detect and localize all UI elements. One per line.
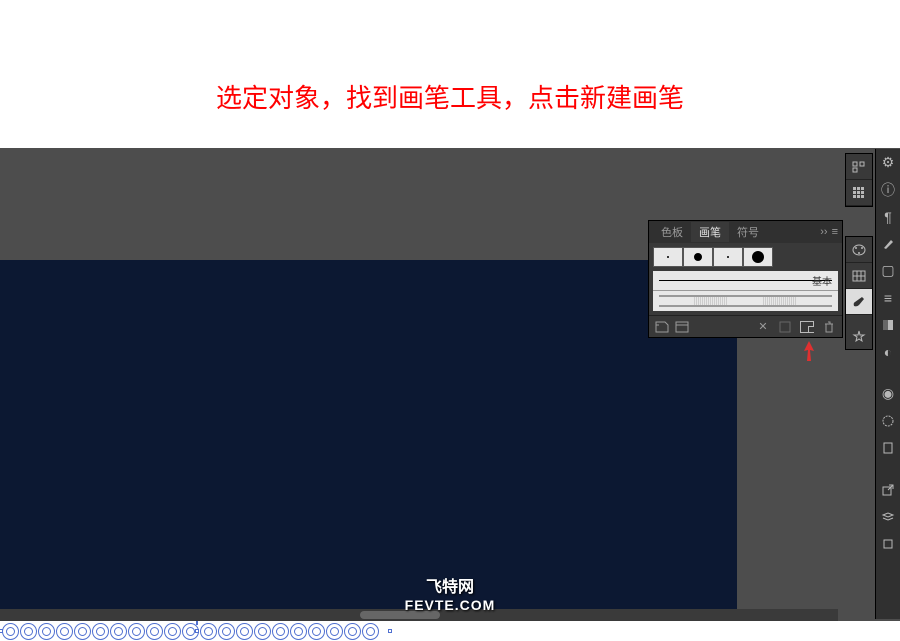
brushes-panel-icon[interactable] bbox=[846, 289, 872, 315]
brush-tip-1[interactable] bbox=[653, 247, 683, 267]
brushes-panel: 色板 画笔 符号 ›› ≡ 基本 bbox=[648, 220, 843, 338]
pattern-circle bbox=[74, 623, 91, 640]
color-panel-icon[interactable] bbox=[846, 237, 872, 263]
pattern-circle bbox=[362, 623, 379, 640]
layers-panel-icon[interactable] bbox=[876, 503, 900, 530]
options-icon[interactable] bbox=[778, 320, 792, 334]
pattern-circle bbox=[20, 623, 37, 640]
paragraph-icon[interactable]: ¶ bbox=[876, 203, 900, 230]
libraries-menu-icon[interactable] bbox=[675, 320, 689, 334]
pathfinder-panel-icon[interactable] bbox=[846, 180, 872, 206]
artboards-panel-icon[interactable] bbox=[876, 530, 900, 557]
brush-tip-2[interactable] bbox=[683, 247, 713, 267]
pattern-circle bbox=[290, 623, 307, 640]
tab-brushes[interactable]: 画笔 bbox=[691, 222, 729, 242]
brush-tool-icon[interactable] bbox=[876, 230, 900, 257]
symbols-panel-icon[interactable] bbox=[846, 323, 872, 349]
transparency-panel-icon[interactable]: ◐ bbox=[876, 338, 900, 365]
appearance-panel-icon[interactable]: ◉ bbox=[876, 380, 900, 407]
instruction-text: 选定对象，找到画笔工具，点击新建画笔 bbox=[0, 78, 900, 115]
collapsed-panel-group-2 bbox=[845, 236, 873, 350]
tab-symbols[interactable]: 符号 bbox=[729, 222, 767, 242]
export-icon[interactable] bbox=[876, 476, 900, 503]
stroke-panel-icon[interactable]: ≡ bbox=[876, 284, 900, 311]
pattern-circle bbox=[272, 623, 289, 640]
brush-tip-3[interactable] bbox=[713, 247, 743, 267]
selection-handle[interactable] bbox=[388, 629, 392, 633]
pattern-circle bbox=[218, 623, 235, 640]
pattern-circle bbox=[344, 623, 361, 640]
pattern-circle bbox=[38, 623, 55, 640]
graphic-styles-icon[interactable] bbox=[876, 407, 900, 434]
menu-icon: ≡ bbox=[832, 226, 838, 238]
pattern-circle bbox=[146, 623, 163, 640]
collapse-icon: ›› bbox=[820, 226, 827, 238]
swatches-panel-icon[interactable] bbox=[846, 263, 872, 289]
remove-stroke-icon[interactable]: ✕ bbox=[756, 320, 770, 334]
selection-handle[interactable] bbox=[0, 629, 3, 633]
right-panel-dock: ⚙ ⓘ ¶ ▢ ≡ ◐ ◉ bbox=[875, 149, 900, 619]
pattern-circle bbox=[200, 623, 217, 640]
watermark-en: FEVTE.COM bbox=[0, 597, 900, 613]
pattern-circle bbox=[254, 623, 271, 640]
selected-pattern-object[interactable] bbox=[0, 623, 390, 641]
watermark-cn: 飞特网 bbox=[0, 573, 900, 597]
brush-pattern-1[interactable] bbox=[653, 291, 838, 311]
brush-libraries-icon[interactable] bbox=[655, 320, 669, 334]
pattern-circle bbox=[326, 623, 343, 640]
gradient-panel-icon[interactable] bbox=[876, 311, 900, 338]
artboard[interactable] bbox=[0, 260, 737, 621]
pattern-circle bbox=[110, 623, 127, 640]
panel-menu[interactable]: ›› ≡ bbox=[820, 226, 838, 238]
pattern-circle bbox=[308, 623, 325, 640]
pattern-circle bbox=[236, 623, 253, 640]
app-workspace: 色板 画笔 符号 ›› ≡ 基本 bbox=[0, 148, 900, 621]
pattern-circle bbox=[2, 623, 19, 640]
brush-label: 基本 bbox=[812, 273, 832, 288]
pattern-circle bbox=[56, 623, 73, 640]
document-icon[interactable] bbox=[876, 434, 900, 461]
selection-handle[interactable] bbox=[195, 629, 199, 633]
delete-brush-icon[interactable] bbox=[822, 320, 836, 334]
align-panel-icon[interactable] bbox=[846, 154, 872, 180]
brush-basic[interactable]: 基本 bbox=[653, 271, 838, 291]
pattern-circle bbox=[164, 623, 181, 640]
pattern-circle bbox=[92, 623, 109, 640]
gear-icon[interactable]: ⚙ bbox=[876, 149, 900, 176]
watermark: 飞特网 FEVTE.COM bbox=[0, 573, 900, 613]
placeholder-icon[interactable]: ▢ bbox=[876, 257, 900, 284]
new-brush-button[interactable] bbox=[800, 320, 814, 334]
brush-list: 基本 bbox=[653, 271, 838, 311]
pattern-circle bbox=[128, 623, 145, 640]
info-icon[interactable]: ⓘ bbox=[876, 176, 900, 203]
brush-tip-samples bbox=[649, 243, 842, 271]
panel-header: 色板 画笔 符号 ›› ≡ bbox=[649, 221, 842, 243]
tab-swatches[interactable]: 色板 bbox=[653, 222, 691, 242]
collapsed-panel-group-1 bbox=[845, 153, 873, 207]
brush-tip-4[interactable] bbox=[743, 247, 773, 267]
panel-footer: ✕ bbox=[649, 315, 842, 337]
